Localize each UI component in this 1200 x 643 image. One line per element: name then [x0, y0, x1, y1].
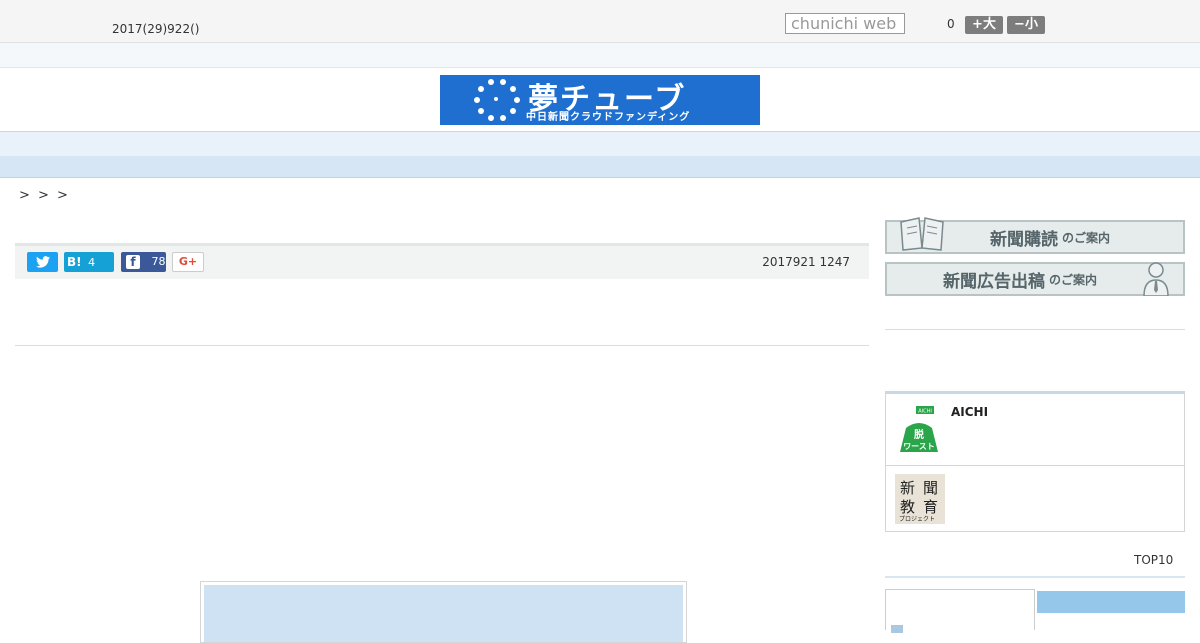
twitter-share-button[interactable]	[27, 252, 58, 272]
open-book-icon	[900, 217, 944, 251]
newspaper-subscription-button[interactable]: 新聞購読 のご案内	[885, 217, 1185, 254]
dots-logo-icon	[474, 78, 522, 122]
top10-label: TOP10	[1134, 553, 1174, 567]
top-sub-band	[0, 43, 1200, 68]
hatena-count: 4	[88, 256, 96, 269]
ranking-tab-2[interactable]	[1037, 591, 1185, 613]
count-text: 0	[947, 17, 955, 31]
ad-main-text: 新聞広告出稿	[942, 271, 1045, 292]
svg-text:AICHI: AICHI	[918, 409, 932, 415]
font-size-small-button[interactable]: −小	[1007, 16, 1045, 34]
ranking-tab-1[interactable]	[885, 589, 1035, 630]
banner-subtitle: 中日新聞クラウドファンディング	[526, 112, 691, 123]
yume-tube-banner[interactable]: 夢チューブ 中日新聞クラウドファンディング	[440, 75, 760, 125]
main-nav	[0, 131, 1200, 157]
breadcrumb[interactable]: > > >	[19, 188, 70, 203]
subscribe-main-text: 新聞購読	[989, 229, 1058, 250]
facebook-icon: f	[126, 255, 140, 269]
search-input[interactable]: chunichi web	[785, 13, 905, 34]
published-date: 2017921 1247	[762, 255, 850, 269]
twitter-icon	[35, 256, 50, 268]
newspaper-education-logo[interactable]: 新 聞 教 育 プロジェクト	[895, 474, 945, 524]
businessman-icon	[1143, 262, 1169, 296]
google-plus-button[interactable]: G+	[172, 252, 204, 272]
aichi-datsu-worst-logo: AICHI 脱 ワースト	[900, 406, 938, 452]
edu-char-1: 新	[900, 479, 916, 497]
edu-sub: プロジェクト	[899, 516, 936, 523]
sidebar-links-box: AICHI 脱 ワースト AICHI 新 聞 教 育 プロジェクト	[885, 391, 1185, 532]
hatena-bookmark-button[interactable]: B! 4	[64, 252, 114, 272]
ranking-number-badge	[891, 625, 903, 633]
font-size-large-button[interactable]: +大	[965, 16, 1003, 34]
current-date: 2017(29)922()	[112, 22, 200, 36]
subscribe-small-text: のご案内	[1061, 230, 1110, 245]
sub-nav-band	[0, 156, 1200, 178]
svg-text:ワースト: ワースト	[903, 442, 935, 451]
google-plus-icon: G+	[178, 255, 198, 268]
hatena-icon: B!	[67, 255, 82, 269]
aichi-label: AICHI	[951, 405, 989, 419]
ad-small-text: のご案内	[1048, 272, 1097, 287]
divider	[15, 345, 869, 346]
svg-text:脱: 脱	[914, 428, 924, 441]
aichi-row[interactable]: AICHI 脱 ワースト AICHI	[886, 394, 1184, 466]
sidebar-divider	[885, 329, 1185, 330]
edu-char-2: 聞	[923, 479, 939, 497]
share-bar: B! 4 f 78 G+ 2017921 1247	[15, 243, 869, 279]
facebook-share-button[interactable]: f 78	[121, 252, 166, 272]
article-photo	[200, 581, 687, 643]
newspaper-advertising-button[interactable]: 新聞広告出稿 のご案内	[885, 262, 1185, 296]
ranking-divider	[885, 576, 1185, 578]
facebook-count: 78	[151, 255, 166, 268]
photo-image	[204, 585, 683, 642]
